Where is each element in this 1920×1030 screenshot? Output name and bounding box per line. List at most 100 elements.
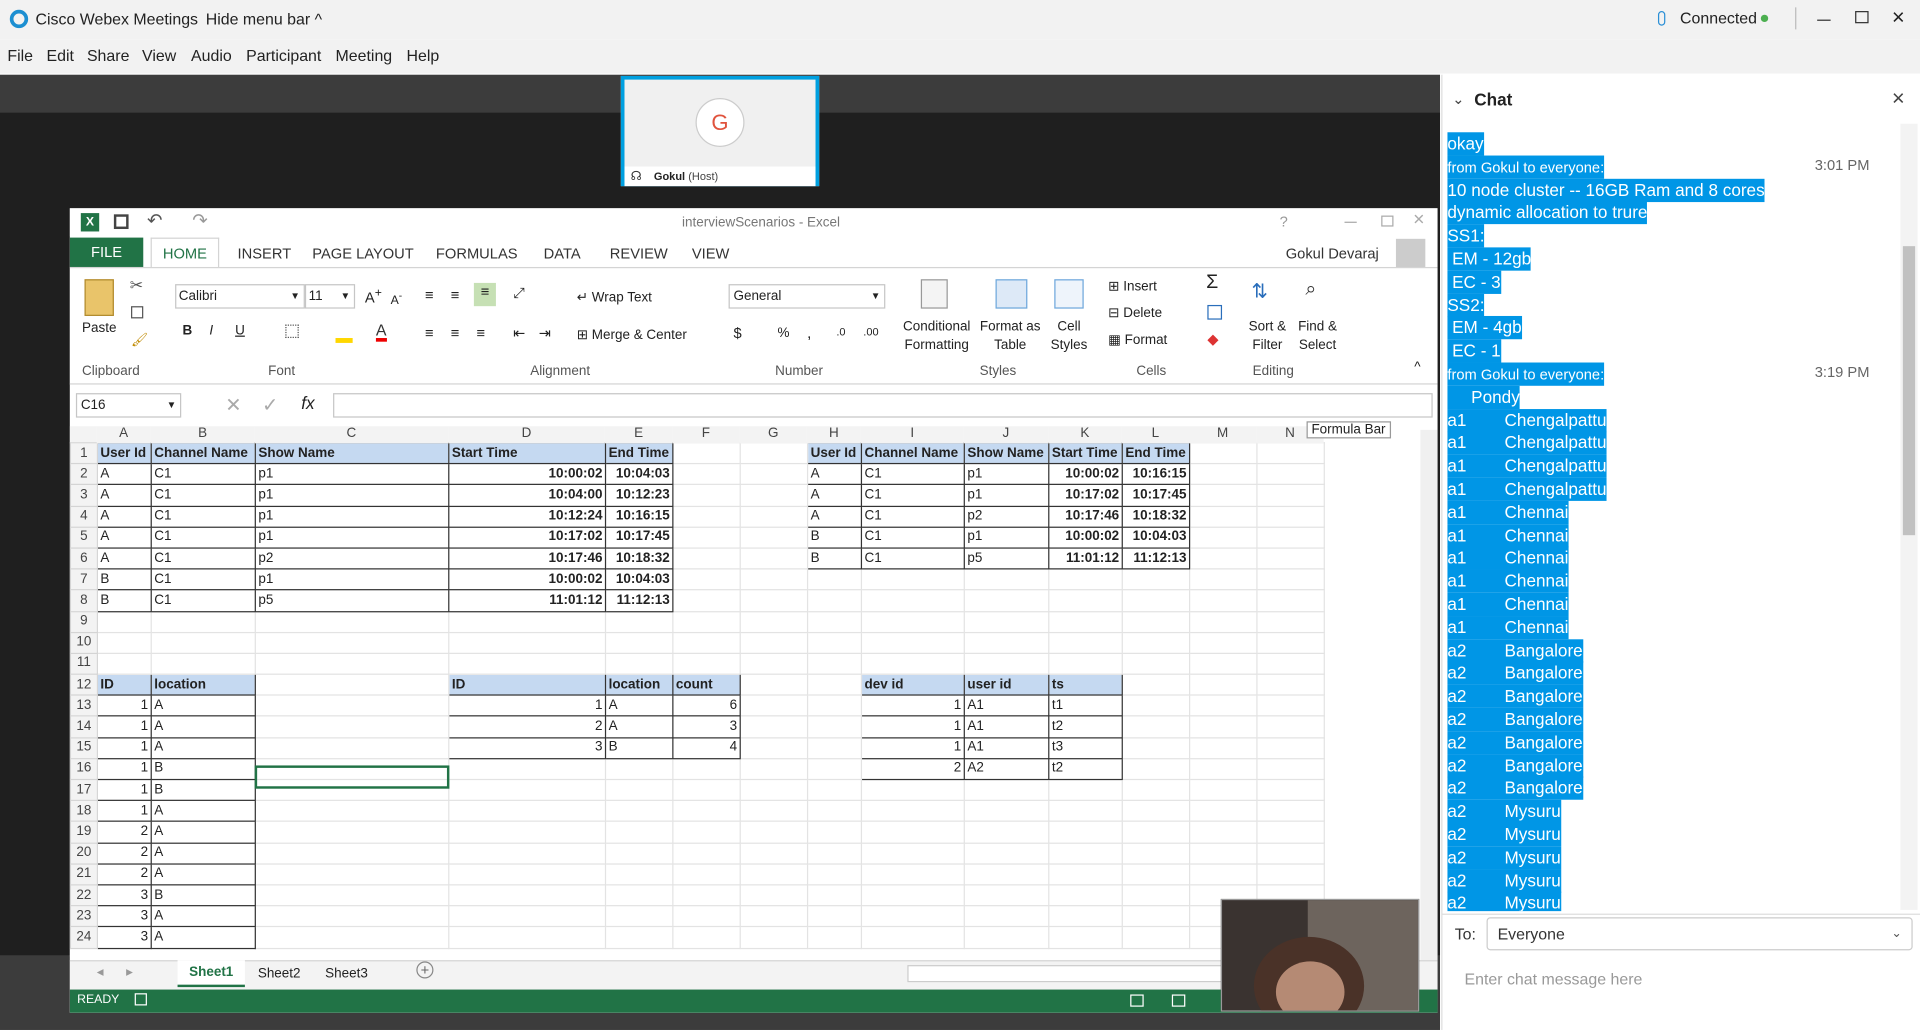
cell-l23[interactable]: [1121, 905, 1191, 928]
cell-a11[interactable]: [96, 652, 152, 675]
cell-l18[interactable]: [1121, 799, 1191, 823]
row-header[interactable]: 13: [69, 694, 98, 717]
cell-g15[interactable]: [739, 736, 809, 760]
cut-icon[interactable]: ✂: [130, 276, 143, 296]
cell-j16[interactable]: A2: [963, 757, 1050, 781]
cell-i8[interactable]: [860, 589, 965, 612]
font-name-select[interactable]: Calibri ▼: [175, 284, 305, 309]
cell-e24[interactable]: [604, 926, 674, 949]
cell-g16[interactable]: [739, 757, 809, 781]
cell-e23[interactable]: [604, 905, 674, 928]
ribbon-tab-page-layout[interactable]: PAGE LAYOUT: [312, 245, 414, 262]
cell-a24[interactable]: 3: [96, 926, 152, 949]
cell-g22[interactable]: [739, 884, 809, 907]
cell-h19[interactable]: [806, 821, 863, 844]
cell-e7[interactable]: 10:04:03: [604, 568, 674, 591]
cell-h17[interactable]: [806, 778, 863, 802]
cell-k8[interactable]: [1048, 589, 1123, 612]
cell-g1[interactable]: [739, 442, 809, 465]
cell-j19[interactable]: [963, 821, 1050, 844]
cell-b23[interactable]: A: [150, 905, 256, 928]
column-header-e[interactable]: E: [604, 426, 673, 444]
cell-g8[interactable]: [739, 589, 809, 612]
cell-b8[interactable]: C1: [150, 589, 256, 612]
cell-n13[interactable]: [1256, 694, 1325, 717]
cell-k18[interactable]: [1048, 799, 1123, 823]
row-header[interactable]: 6: [69, 547, 98, 570]
self-video-preview[interactable]: [1220, 898, 1420, 1012]
paste-icon[interactable]: [84, 279, 114, 316]
cell-l11[interactable]: [1121, 652, 1191, 675]
cell-e18[interactable]: [604, 799, 674, 823]
help-icon[interactable]: ?: [1280, 213, 1288, 230]
cell-j7[interactable]: [963, 568, 1050, 591]
row-header[interactable]: 3: [69, 484, 98, 507]
column-header-c[interactable]: C: [254, 426, 449, 444]
cell-b4[interactable]: C1: [150, 505, 256, 528]
row-header[interactable]: 11: [69, 652, 98, 675]
cell-c1[interactable]: Show Name: [254, 442, 450, 465]
cell-k23[interactable]: [1048, 905, 1123, 928]
increase-font-icon[interactable]: A+: [365, 287, 382, 307]
cell-h13[interactable]: [806, 694, 863, 717]
cell-d11[interactable]: [448, 652, 607, 675]
cell-n16[interactable]: [1256, 757, 1325, 781]
cell-n20[interactable]: [1256, 842, 1325, 865]
row-header[interactable]: 22: [69, 884, 98, 907]
cell-n21[interactable]: [1256, 863, 1325, 886]
cell-a2[interactable]: A: [96, 463, 152, 486]
cell-k22[interactable]: [1048, 884, 1123, 907]
cell-i12[interactable]: dev id: [860, 673, 965, 696]
cell-m14[interactable]: [1188, 715, 1258, 739]
orientation-icon[interactable]: ⤢: [513, 284, 525, 302]
cell-l3[interactable]: 10:17:45: [1121, 484, 1191, 507]
copy-icon[interactable]: [131, 306, 144, 319]
row-header[interactable]: 19: [69, 821, 98, 844]
cell-k15[interactable]: t3: [1048, 736, 1123, 760]
sheet-next-icon[interactable]: ▸: [126, 964, 133, 980]
cell-d4[interactable]: 10:12:24: [448, 505, 607, 528]
cell-h23[interactable]: [806, 905, 863, 928]
cell-e21[interactable]: [604, 863, 674, 886]
cell-c22[interactable]: [254, 884, 450, 907]
cell-m15[interactable]: [1188, 736, 1258, 760]
cell-h14[interactable]: [806, 715, 863, 739]
cell-d18[interactable]: [448, 799, 607, 823]
cell-j24[interactable]: [963, 926, 1050, 949]
cell-n18[interactable]: [1256, 799, 1325, 823]
chat-scrollbar-thumb[interactable]: [1902, 246, 1916, 536]
delete-button[interactable]: ⊟ Delete: [1108, 305, 1162, 321]
cell-n4[interactable]: [1256, 505, 1325, 528]
clear-icon[interactable]: ◆: [1207, 331, 1218, 348]
cell-g9[interactable]: [739, 610, 809, 633]
cell-d20[interactable]: [448, 842, 607, 865]
cell-i17[interactable]: [860, 778, 965, 802]
cell-k24[interactable]: [1048, 926, 1123, 949]
cell-i6[interactable]: C1: [860, 547, 965, 570]
worksheet-grid[interactable]: 1 User Id Channel Name Show Name Start Time E…: [69, 442, 1438, 957]
cell-i23[interactable]: [860, 905, 965, 928]
cell-g10[interactable]: [739, 631, 809, 654]
cell-m9[interactable]: [1188, 610, 1258, 633]
paste-button[interactable]: Paste: [82, 321, 116, 336]
cell-e4[interactable]: 10:16:15: [604, 505, 674, 528]
cell-l14[interactable]: [1121, 715, 1191, 739]
cell-m16[interactable]: [1188, 757, 1258, 781]
cell-l7[interactable]: [1121, 568, 1191, 591]
cell-b5[interactable]: C1: [150, 526, 256, 549]
cell-k17[interactable]: [1048, 778, 1123, 802]
column-header-g[interactable]: G: [739, 426, 807, 444]
cell-j18[interactable]: [963, 799, 1050, 823]
cell-g7[interactable]: [739, 568, 809, 591]
cell-c10[interactable]: [254, 631, 450, 654]
cell-g3[interactable]: [739, 484, 809, 507]
page-layout-view-icon[interactable]: [1171, 994, 1186, 1007]
column-header-h[interactable]: H: [806, 426, 861, 444]
cell-e6[interactable]: 10:18:32: [604, 547, 674, 570]
name-box[interactable]: C16 ▼: [75, 393, 182, 418]
menu-view[interactable]: View: [142, 47, 176, 65]
cell-i5[interactable]: C1: [860, 526, 965, 549]
row-header[interactable]: 23: [69, 905, 98, 928]
cell-j23[interactable]: [963, 905, 1050, 928]
cell-e19[interactable]: [604, 821, 674, 844]
